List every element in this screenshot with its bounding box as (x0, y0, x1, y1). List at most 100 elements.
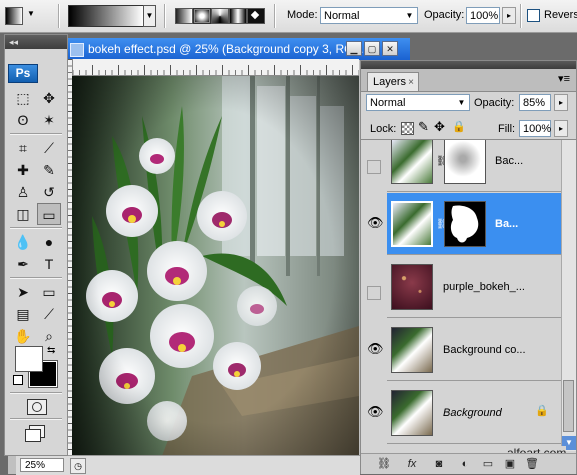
type-tool-icon: T (44, 256, 54, 272)
new-group-icon[interactable]: ▭ (481, 457, 495, 471)
hand-tool[interactable]: ✋ (11, 325, 35, 347)
close-button[interactable]: ✕ (382, 41, 398, 56)
layer-name[interactable]: Background (443, 407, 502, 419)
minimize-button[interactable]: ▁ (346, 41, 362, 56)
screen-mode-button[interactable] (25, 425, 47, 443)
eyedropper-tool[interactable]: ⟋ (37, 303, 61, 325)
lock-transparent-pixels-icon[interactable] (401, 122, 414, 135)
fill-label: Fill: (498, 123, 516, 135)
angle-gradient-button[interactable] (211, 8, 229, 24)
eraser-tool[interactable]: ◫ (11, 203, 35, 225)
layer-row[interactable]: purple_bokeh_... (387, 256, 561, 318)
default-colors-icon[interactable] (13, 375, 23, 385)
radial-gradient-button[interactable] (193, 8, 211, 24)
gradient-tool-icon: ▭ (42, 207, 56, 223)
layer-row[interactable]: ⛓ Bac... (387, 140, 561, 192)
lasso-tool[interactable]: ʘ (11, 109, 35, 131)
layer-row[interactable]: Background 🔒 (387, 382, 561, 444)
maximize-button[interactable]: ▢ (364, 41, 380, 56)
healing-brush-tool[interactable]: ✚ (11, 159, 35, 181)
layer-name[interactable]: Bac... (495, 155, 523, 167)
lasso-tool-icon: ʘ (17, 112, 29, 128)
visibility-toggle[interactable] (367, 160, 381, 174)
shape-tool[interactable]: ▭ (37, 281, 61, 303)
visibility-toggle[interactable]: 👁 (365, 193, 384, 255)
slice-tool-icon: ⟋ (44, 140, 54, 156)
zoom-tool[interactable]: ⌕ (37, 325, 61, 347)
diamond-gradient-button[interactable] (247, 8, 265, 24)
tools-panel-header[interactable]: ◂◂ (5, 35, 67, 49)
quick-mask-button[interactable] (27, 399, 47, 415)
opacity-input[interactable]: 100% (466, 7, 500, 24)
visibility-toggle[interactable]: 👁 (365, 319, 384, 381)
foreground-color-swatch[interactable] (15, 346, 43, 372)
blend-mode-select[interactable]: Normal ▼ (366, 94, 470, 111)
adjustment-layer-icon[interactable]: ◐ (458, 457, 472, 471)
visibility-toggle[interactable] (367, 286, 381, 300)
layers-bottom-bar: ⛓ fx ◙ ◐ ▭ ▣ 🗑 (361, 453, 576, 474)
layer-row[interactable]: Background co... (387, 319, 561, 381)
lock-all-icon[interactable]: 🔒 (452, 120, 466, 133)
tab-layers-label: Layers (373, 76, 407, 88)
lock-position-icon[interactable]: ✥ (434, 119, 445, 135)
close-icon[interactable]: × (408, 73, 414, 92)
type-tool[interactable]: T (37, 253, 61, 275)
layers-scrollbar[interactable]: ▼ (561, 140, 576, 451)
reflected-gradient-button[interactable] (229, 8, 247, 24)
mode-value: Normal (324, 10, 360, 22)
blur-tool[interactable]: 💧 (11, 231, 35, 253)
dodge-tool[interactable]: ● (37, 231, 61, 253)
layer-list: ⛓ Bac... 👁 ⛓ Ba... purple_bokeh_... 👁 Ba… (361, 140, 561, 453)
layer-thumbnail (391, 201, 433, 247)
move-tool[interactable]: ✥ (37, 87, 61, 109)
orchid-photo (72, 76, 359, 456)
fill-slider-button[interactable]: ▸ (554, 120, 568, 137)
gradient-picker-dropdown[interactable]: ▼ (143, 5, 156, 27)
mode-select[interactable]: Normal ▼ (320, 7, 418, 24)
chevron-down-icon: ▼ (27, 9, 35, 18)
horizontal-ruler[interactable] (66, 59, 359, 76)
path-selection-tool[interactable]: ➤ (11, 281, 35, 303)
linear-gradient-button[interactable] (175, 8, 193, 24)
layer-style-icon[interactable]: fx (405, 457, 419, 471)
layer-name[interactable]: Background co... (443, 344, 526, 356)
swap-colors-icon[interactable]: ⇆ (47, 345, 55, 356)
opacity-slider-button[interactable]: ▸ (502, 7, 516, 24)
tool-preset-picker[interactable]: ▼ (3, 5, 43, 25)
document-icon (70, 43, 84, 57)
notes-tool[interactable]: ▤ (11, 303, 35, 325)
layer-opacity-input[interactable]: 85% (519, 94, 551, 111)
new-layer-icon[interactable]: ▣ (503, 457, 517, 471)
layer-mask-thumbnail (444, 201, 486, 247)
layer-name[interactable]: Ba... (495, 218, 518, 230)
gradient-preview[interactable] (68, 5, 144, 27)
gradient-tool[interactable]: ▭ (37, 203, 61, 225)
crop-tool[interactable]: ⌗ (11, 137, 35, 159)
fill-input[interactable]: 100% (519, 120, 551, 137)
clone-stamp-tool[interactable]: ♙ (11, 181, 35, 203)
document-canvas[interactable] (72, 76, 359, 456)
layer-opacity-slider-button[interactable]: ▸ (554, 94, 568, 111)
marquee-tool[interactable]: ⬚ (11, 87, 35, 109)
magic-wand-tool[interactable]: ✶ (37, 109, 61, 131)
layers-panel-header[interactable] (361, 61, 576, 69)
reverse-checkbox[interactable] (527, 9, 540, 22)
delete-layer-icon[interactable]: 🗑 (525, 457, 539, 471)
add-mask-icon[interactable]: ◙ (432, 457, 446, 471)
zoom-field[interactable]: 25% (20, 458, 64, 472)
photoshop-logo[interactable]: Ps (8, 64, 38, 83)
layer-row-selected[interactable]: ⛓ Ba... (387, 193, 561, 255)
slice-tool[interactable]: ⟋ (37, 137, 61, 159)
link-layers-icon[interactable]: ⛓ (377, 457, 391, 471)
layer-name[interactable]: purple_bokeh_... (443, 281, 525, 293)
scroll-thumb[interactable] (563, 380, 574, 432)
tab-layers[interactable]: Layers × (367, 72, 419, 91)
history-brush-tool[interactable]: ↺ (37, 181, 61, 203)
panel-menu-icon[interactable]: ▾≡ (558, 72, 570, 85)
visibility-toggle[interactable]: 👁 (365, 382, 384, 444)
lock-image-pixels-icon[interactable]: ✎ (418, 119, 429, 135)
brush-tool[interactable]: ✎ (37, 159, 61, 181)
status-menu-button[interactable]: ◷ (70, 458, 86, 474)
pen-tool[interactable]: ✒ (11, 253, 35, 275)
chevron-down-icon: ▼ (457, 98, 466, 107)
